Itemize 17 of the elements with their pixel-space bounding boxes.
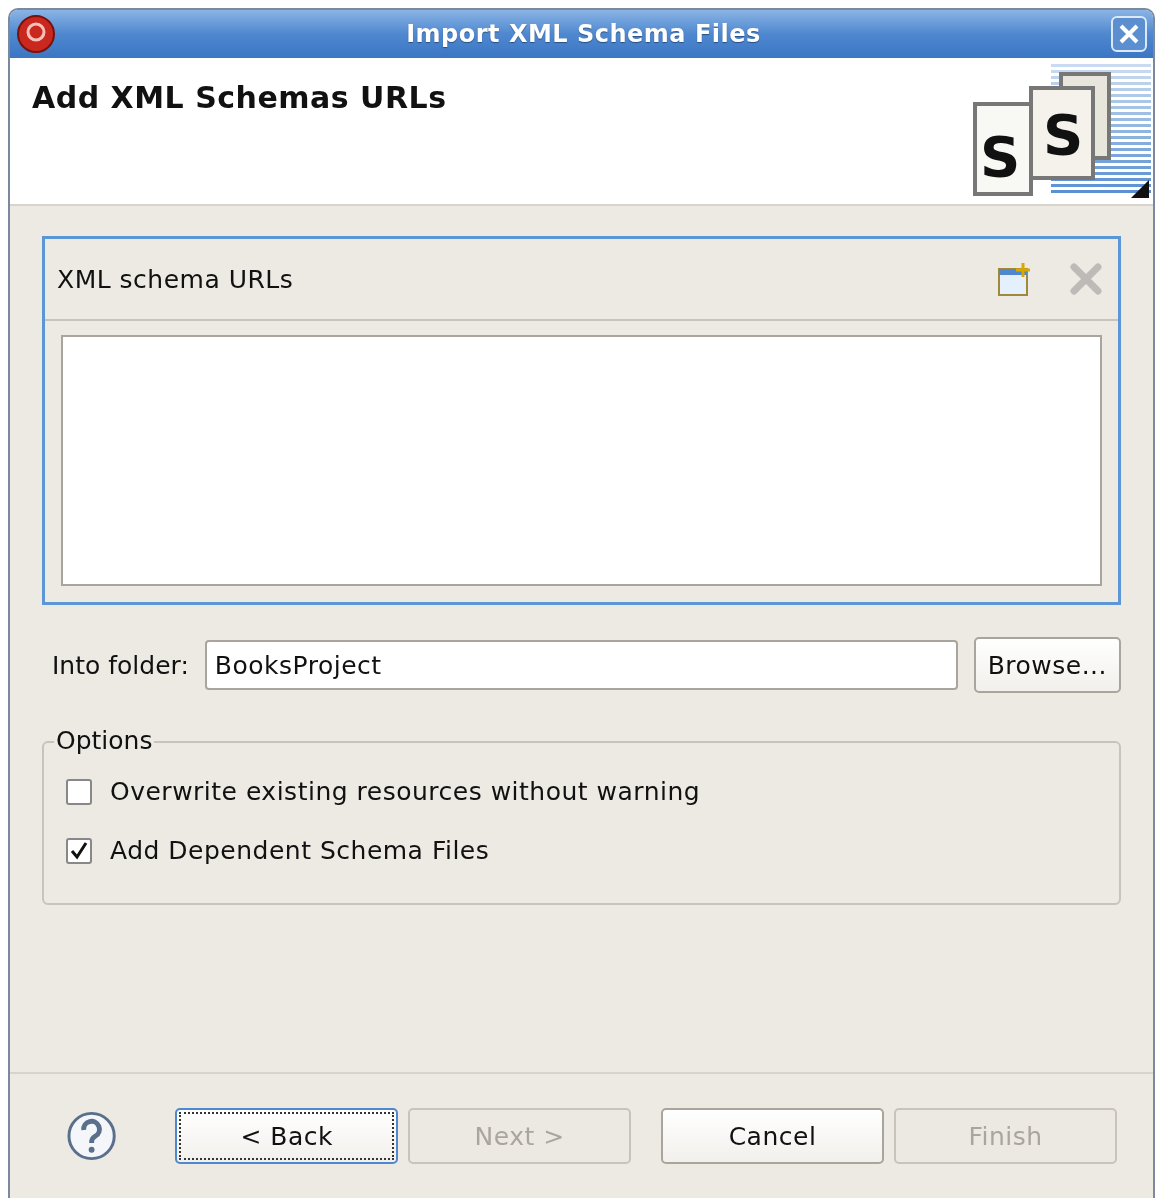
folder-field[interactable]: BooksProject — [204, 640, 958, 690]
close-icon — [1118, 23, 1140, 45]
window-title: Import XML Schema Files — [405, 20, 762, 48]
schema-files-drawing: S S — [971, 58, 1153, 204]
close-button[interactable] — [1111, 16, 1147, 52]
folder-label: Into folder: — [52, 650, 189, 680]
checkbox-label[interactable]: Overwrite existing resources without warning — [110, 777, 701, 806]
checkbox[interactable] — [66, 778, 92, 805]
wizard-button[interactable]: < Back — [175, 1108, 399, 1164]
browse-button[interactable]: Browse... — [973, 637, 1121, 693]
app-logo-icon — [16, 14, 56, 54]
panel-title: XML schema URLs — [57, 264, 295, 294]
help-icon[interactable] — [66, 1110, 118, 1162]
checkbox-label[interactable]: Add Dependent Schema Files — [110, 836, 490, 865]
page-title: Add XML Schemas URLs — [31, 79, 447, 117]
checkbox[interactable] — [66, 837, 92, 864]
wizard-button[interactable]: Cancel — [661, 1108, 884, 1164]
